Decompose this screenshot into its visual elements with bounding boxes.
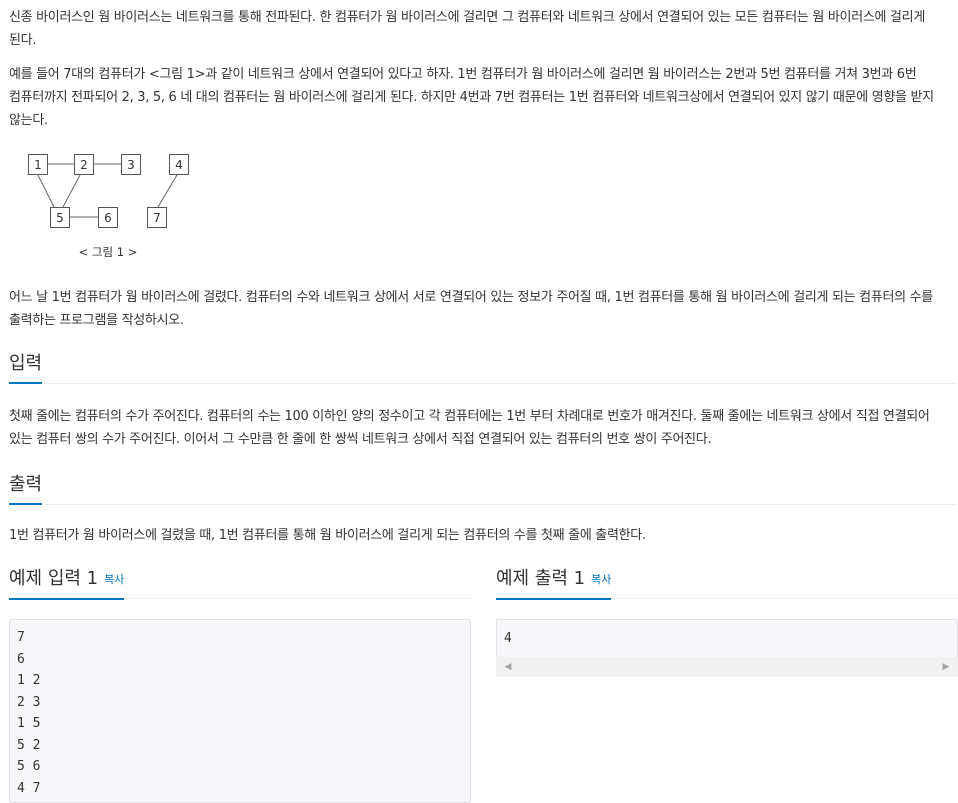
problem-description-paragraph-3: 어느 날 1번 컴퓨터가 웜 바이러스에 걸렸다. 컴퓨터의 수와 네트워크 상… [9,290,933,328]
sample-output-title-wrap: 예제 출력 1 복사 [496,564,612,600]
node-label-5: 5 [56,211,64,225]
node-label-7: 7 [153,211,161,225]
sample-input-title: 예제 입력 1 [9,568,99,589]
edge-4-7 [157,174,178,208]
scroll-left-arrow-icon[interactable]: ◀ [500,657,516,677]
sample-input-header: 예제 입력 1 복사 [9,564,471,600]
sample-input-title-wrap: 예제 입력 1 복사 [9,564,125,600]
input-section-title: 입력 [9,349,43,384]
sample-input-code[interactable]: 7 6 1 2 2 3 1 5 5 2 5 6 4 7 [9,619,471,803]
figure-caption: < 그림 1 > [79,245,138,259]
sample-output-title: 예제 출력 1 [496,568,586,589]
problem-description-paragraph-2: 예를 들어 7대의 컴퓨터가 <그림 1>과 같이 네트워크 상에서 연결되어 … [9,67,934,128]
node-label-6: 6 [104,211,112,225]
node-label-2: 2 [80,158,88,172]
scroll-right-arrow-icon[interactable]: ▶ [938,657,954,677]
input-section-header: 입력 [9,349,957,384]
horizontal-scrollbar[interactable]: ◀ ▶ [496,657,958,677]
sample-output-copy-button[interactable]: 복사 [591,573,611,586]
sample-output-header: 예제 출력 1 복사 [496,564,958,600]
node-label-3: 3 [127,158,135,172]
sample-input-copy-button[interactable]: 복사 [104,573,124,586]
output-section-header: 출력 [9,470,957,505]
network-figure: 1 2 3 4 5 6 7 < 그림 1 > [22,148,202,268]
problem-description-paragraph-1: 신종 바이러스인 웜 바이러스는 네트워크를 통해 전파된다. 한 컴퓨터가 웜… [9,10,926,48]
node-label-1: 1 [34,158,42,172]
input-description: 첫째 줄에는 컴퓨터의 수가 주어진다. 컴퓨터의 수는 100 이하인 양의 … [9,409,930,447]
edge-2-5 [62,174,81,208]
network-diagram: 1 2 3 4 5 6 7 < 그림 1 > [28,154,189,259]
output-section-title: 출력 [9,470,43,505]
output-description: 1번 컴퓨터가 웜 바이러스에 걸렸을 때, 1번 컴퓨터를 통해 웜 바이러스… [9,528,646,543]
sample-output-box: 4 ◀ ▶ [496,619,958,677]
edge-1-5 [37,174,55,208]
node-label-4: 4 [175,158,183,172]
